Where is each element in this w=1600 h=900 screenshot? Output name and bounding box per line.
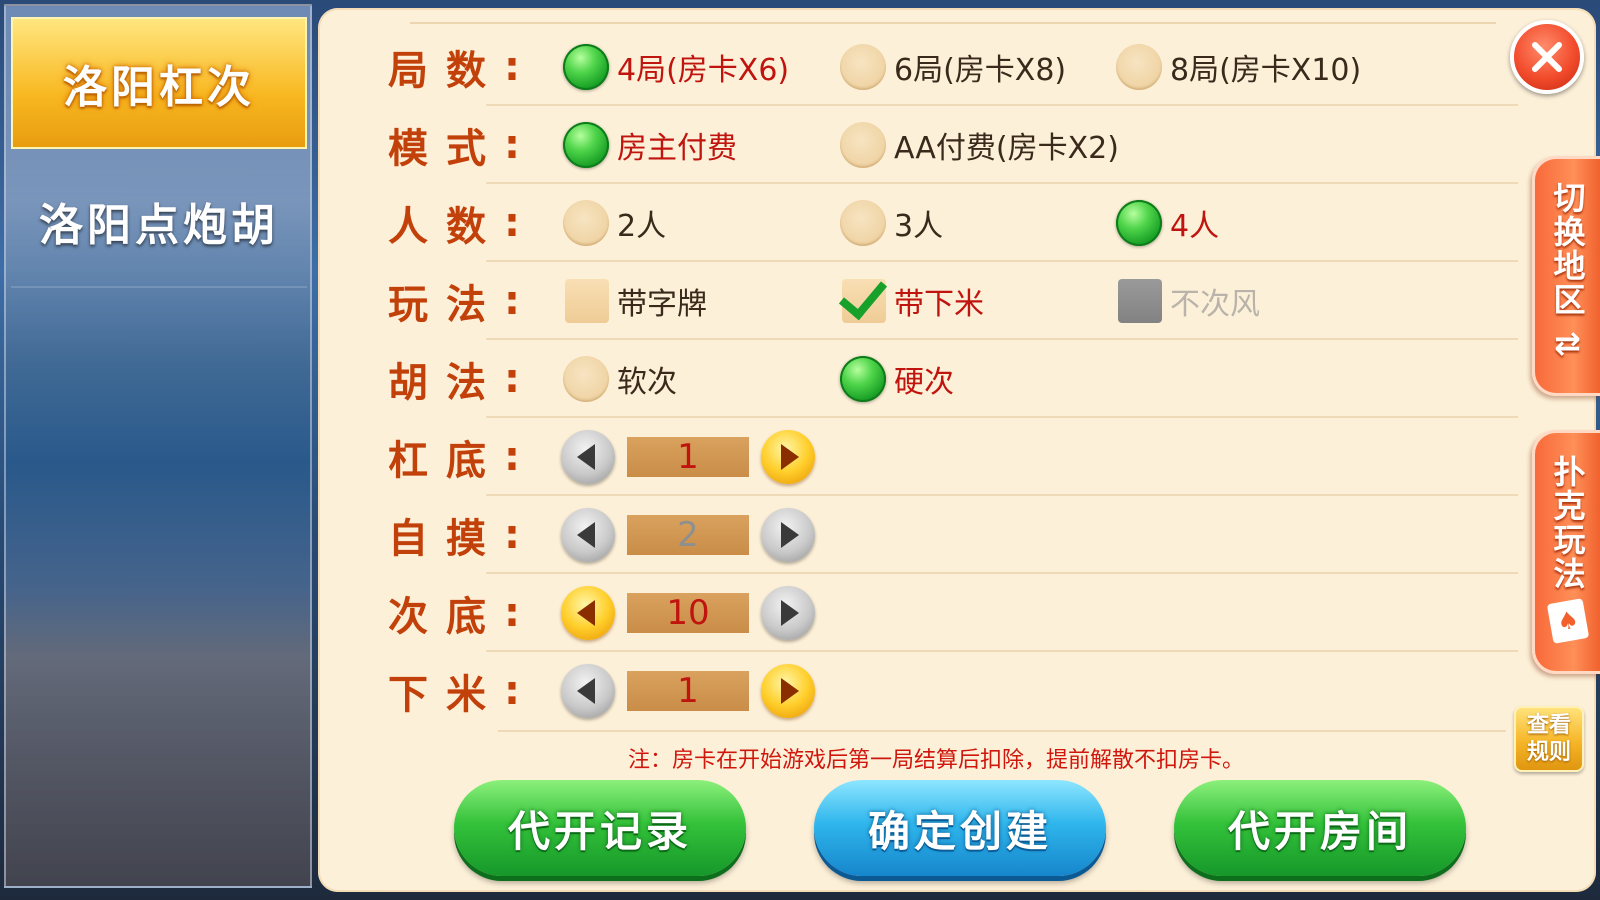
- poker-rules-label: 扑克玩法: [1548, 455, 1587, 591]
- hu-option-soft[interactable]: 软次: [563, 349, 677, 409]
- gameplay-option-xiami[interactable]: 带下米: [842, 271, 984, 331]
- rounds-option-6[interactable]: 6局(房卡X8): [840, 37, 1066, 97]
- players-option-4[interactable]: 4人: [1116, 193, 1219, 253]
- radio-selected-icon: [840, 356, 886, 402]
- radio-icon: [840, 44, 886, 90]
- gang-base-label: 杠 底 :: [388, 434, 522, 484]
- ci-base-row: 次 底 : 10: [388, 574, 1518, 652]
- ci-base-value: 10: [627, 593, 749, 633]
- radio-selected-icon: [563, 44, 609, 90]
- game-mode-sidebar: 洛阳杠次 洛阳点炮胡: [4, 4, 312, 888]
- confirm-create-button[interactable]: 确定创建: [814, 780, 1106, 876]
- self-draw-stepper: 2: [561, 505, 815, 565]
- increment-button[interactable]: [761, 586, 815, 640]
- payment-option-owner[interactable]: 房主付费: [563, 115, 737, 175]
- arrow-left-icon: [577, 522, 595, 548]
- playing-card-icon: ♠: [1546, 598, 1589, 644]
- arrow-left-icon: [577, 600, 595, 626]
- radio-selected-icon: [1116, 200, 1162, 246]
- payment-mode-label: 模 式 :: [388, 122, 522, 172]
- poker-rules-tab[interactable]: 扑克玩法 ♠: [1532, 430, 1600, 674]
- rounds-option-8[interactable]: 8局(房卡X10): [1116, 37, 1361, 97]
- checkbox-checked-icon: [842, 279, 886, 323]
- payment-option-aa[interactable]: AA付费(房卡X2): [840, 115, 1119, 175]
- players-option-2[interactable]: 2人: [563, 193, 666, 253]
- payment-mode-row: 模 式 : 房主付费 AA付费(房卡X2): [388, 106, 1518, 184]
- gameplay-option-bucifeng: 不次风: [1118, 271, 1260, 331]
- swap-arrows-icon: ⇄: [1554, 324, 1581, 362]
- gang-base-row: 杠 底 : 1: [388, 418, 1518, 496]
- arrow-right-icon: [781, 678, 799, 704]
- xiami-row: 下 米 : 1: [388, 652, 1498, 730]
- radio-icon: [840, 122, 886, 168]
- radio-icon: [563, 200, 609, 246]
- xiami-stepper: 1: [561, 661, 815, 721]
- sidebar-item-luoyang-gangci[interactable]: 洛阳杠次: [11, 17, 307, 149]
- gameplay-option-zipai[interactable]: 带字牌: [565, 271, 707, 331]
- arrow-left-icon: [577, 678, 595, 704]
- hu-method-label: 胡 法 :: [388, 356, 522, 406]
- gameplay-row: 玩 法 : 带字牌 带下米 不次风: [388, 262, 1518, 340]
- radio-icon: [840, 200, 886, 246]
- radio-icon: [563, 356, 609, 402]
- arrow-left-icon: [577, 444, 595, 470]
- decrement-button[interactable]: [561, 508, 615, 562]
- gang-base-value: 1: [627, 437, 749, 477]
- rounds-option-4[interactable]: 4局(房卡X6): [563, 37, 789, 97]
- xiami-value: 1: [627, 671, 749, 711]
- divider: [410, 22, 1496, 24]
- increment-button[interactable]: [761, 430, 815, 484]
- hu-method-row: 胡 法 : 软次 硬次: [388, 340, 1518, 418]
- proxy-history-button[interactable]: 代开记录: [454, 780, 746, 876]
- xiami-label: 下 米 :: [388, 668, 522, 718]
- decrement-button[interactable]: [561, 430, 615, 484]
- rounds-label: 局 数 :: [388, 44, 522, 94]
- close-button[interactable]: [1510, 20, 1584, 94]
- radio-icon: [1116, 44, 1162, 90]
- gang-base-stepper: 1: [561, 427, 815, 487]
- checkbox-disabled-icon: [1118, 279, 1162, 323]
- arrow-right-icon: [781, 600, 799, 626]
- self-draw-row: 自 摸 : 2: [388, 496, 1518, 574]
- gameplay-label: 玩 法 :: [388, 278, 522, 328]
- players-option-3[interactable]: 3人: [840, 193, 943, 253]
- proxy-open-room-button[interactable]: 代开房间: [1174, 780, 1466, 876]
- switch-region-tab[interactable]: 切换地区 ⇄: [1532, 156, 1600, 396]
- decrement-button[interactable]: [561, 664, 615, 718]
- switch-region-label: 切换地区: [1548, 181, 1587, 317]
- hu-option-hard[interactable]: 硬次: [840, 349, 954, 409]
- close-icon: [1529, 39, 1565, 75]
- room-settings-panel: 局 数 : 4局(房卡X6) 6局(房卡X8) 8局(房卡X10) 模 式 : …: [318, 8, 1596, 892]
- sidebar-item-luoyang-dianpaohu[interactable]: 洛阳点炮胡: [11, 156, 307, 288]
- ci-base-stepper: 10: [561, 583, 815, 643]
- self-draw-label: 自 摸 :: [388, 512, 522, 562]
- room-card-note: 注：房卡在开始游戏后第一局结算后扣除，提前解散不扣房卡。: [628, 748, 1245, 773]
- rounds-row: 局 数 : 4局(房卡X6) 6局(房卡X8) 8局(房卡X10): [388, 28, 1518, 106]
- decrement-button[interactable]: [561, 586, 615, 640]
- increment-button[interactable]: [761, 664, 815, 718]
- checkbox-icon: [565, 279, 609, 323]
- ci-base-label: 次 底 :: [388, 590, 522, 640]
- players-label: 人 数 :: [388, 200, 522, 250]
- arrow-right-icon: [781, 444, 799, 470]
- radio-selected-icon: [563, 122, 609, 168]
- arrow-right-icon: [781, 522, 799, 548]
- divider: [498, 730, 1506, 732]
- players-row: 人 数 : 2人 3人 4人: [388, 184, 1518, 262]
- increment-button[interactable]: [761, 508, 815, 562]
- self-draw-value: 2: [627, 515, 749, 555]
- view-rules-button[interactable]: 查看 规则: [1514, 706, 1584, 772]
